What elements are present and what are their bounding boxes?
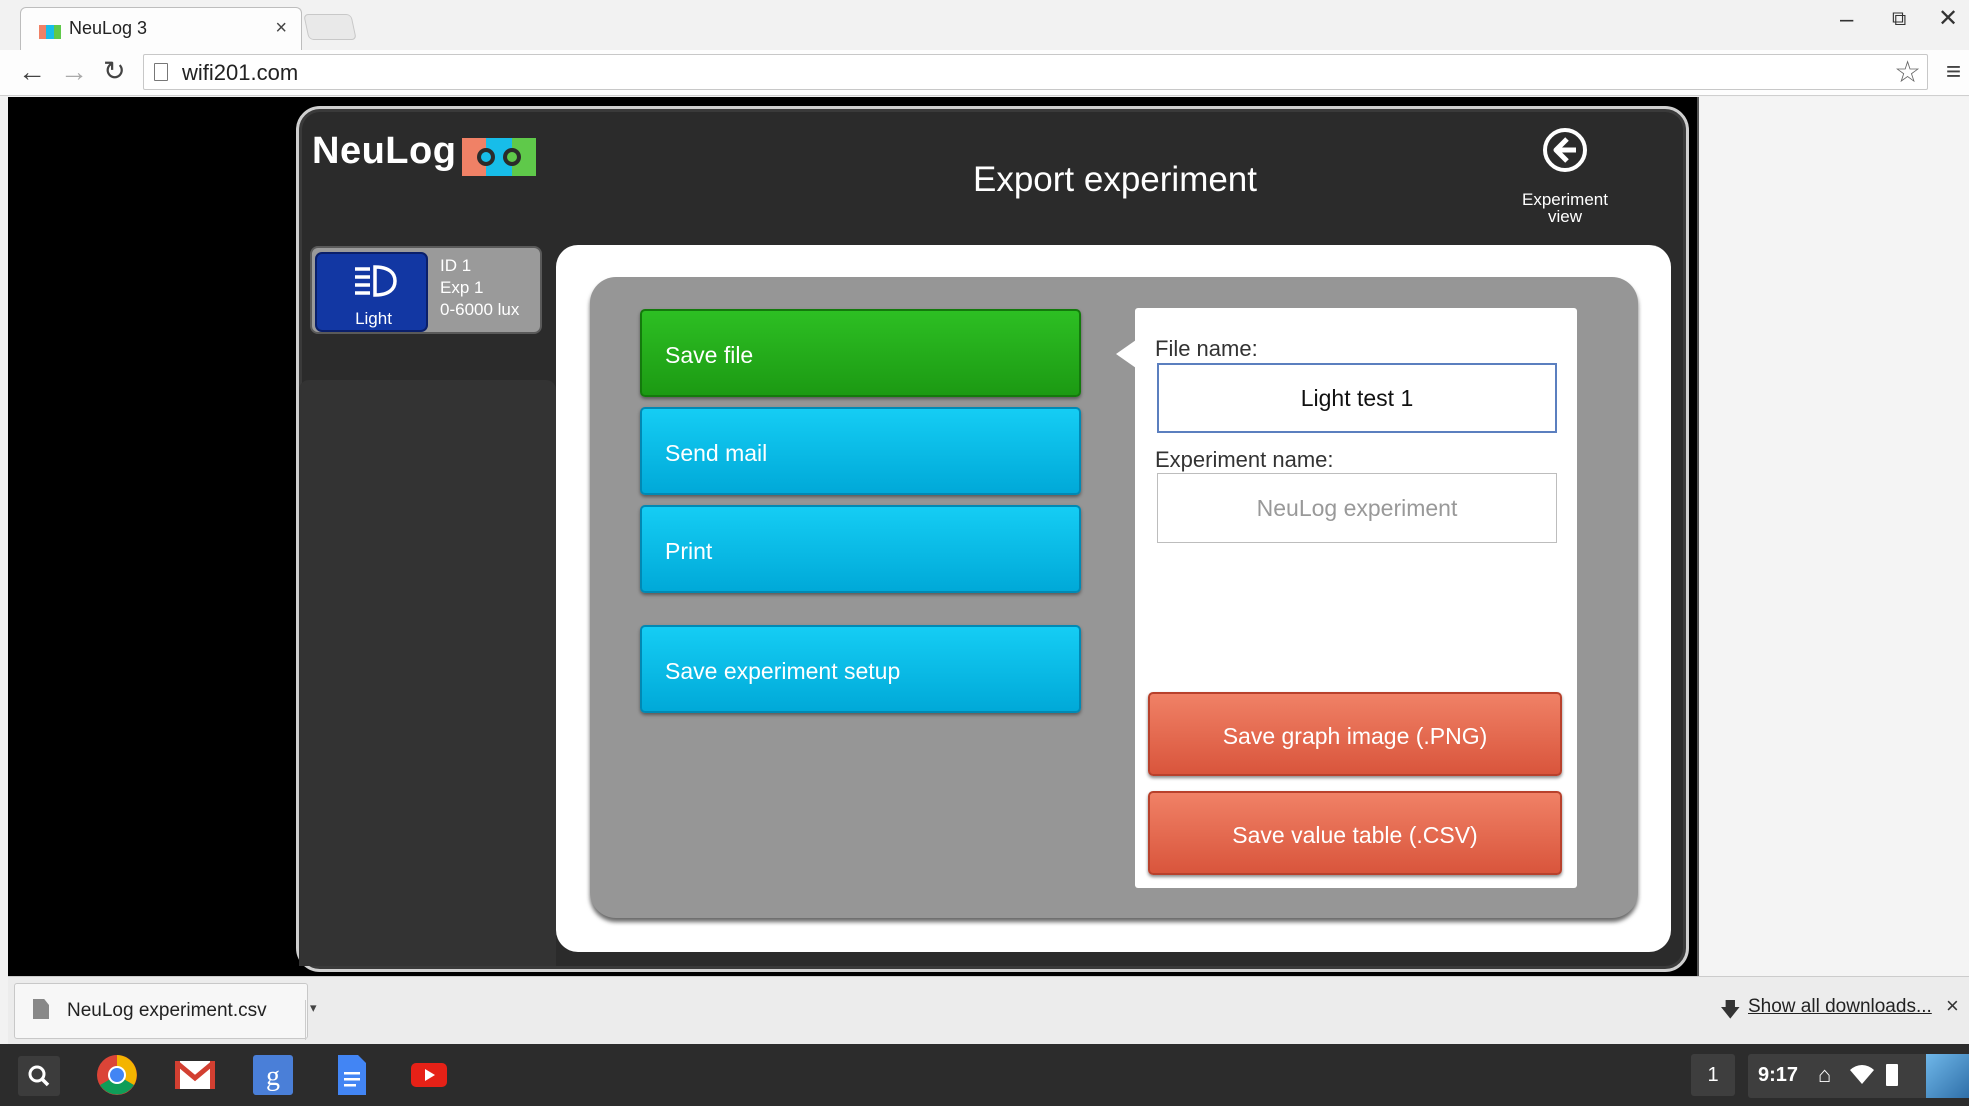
download-item[interactable]: NeuLog experiment.csv ▾ [14,983,317,1040]
experiment-view-label: Experiment view [1508,191,1622,225]
launcher-button[interactable] [18,1056,60,1096]
back-circle-icon [1543,128,1587,172]
status-tray[interactable]: 9:17 ⌂ [1748,1054,1969,1098]
google-search-icon[interactable]: g [252,1054,294,1096]
sensor-id: ID 1 [440,256,472,275]
minimize-icon[interactable]: – [1840,6,1853,34]
sensor-icon-box: Light [315,252,428,332]
tab-title: NeuLog 3 [69,18,148,38]
send-mail-button[interactable]: Send mail [640,407,1081,495]
experiment-view-label-line1: Experiment [1522,190,1608,209]
sensor-range: 0-6000 lux [440,300,520,319]
page-icon [154,63,168,81]
url-text[interactable]: wifi201.com [182,60,298,86]
battery-icon [1886,1064,1898,1086]
form-pointer [1116,340,1136,368]
sensor-exp: Exp 1 [440,278,484,297]
browser-toolbar: ← → ↻ wifi201.com ☆ ≡ [0,50,1969,96]
wifi-icon [1850,1065,1874,1084]
user-icon: ⌂ [1818,1062,1832,1087]
save-file-button[interactable]: Save file [640,309,1081,397]
browser-tab[interactable]: NeuLog 3 × [20,7,302,50]
download-arrow-icon: 🡇 [1720,999,1741,1021]
page-right-margin [1697,97,1969,976]
notification-count[interactable]: 1 [1691,1054,1735,1096]
downloads-bar: NeuLog experiment.csv ▾ 🡇 Show all downl… [8,976,1969,1044]
download-file-name[interactable]: NeuLog experiment.csv [67,1000,267,1022]
hamburger-menu-icon[interactable]: ≡ [1946,56,1961,87]
search-icon [28,1065,50,1087]
save-csv-button[interactable]: Save value table (.CSV) [1148,791,1562,875]
file-icon [33,999,49,1019]
sensor-name: Light [355,309,392,328]
save-experiment-setup-button[interactable]: Save experiment setup [640,625,1081,713]
file-name-label: File name: [1155,336,1258,361]
neulog-favicon-icon [39,25,61,39]
logo-text: NeuLog [312,130,457,172]
page-title: Export experiment [972,160,1258,199]
sensor-module-light[interactable]: Light ID 1 Exp 1 0-6000 lux [310,246,542,334]
os-shelf: g 1 9:17 ⌂ [0,1044,1969,1106]
clock: 9:17 [1758,1064,1799,1086]
forward-arrow-icon[interactable]: → [60,56,88,88]
experiment-name-label: Experiment name: [1155,447,1334,472]
tab-close-icon[interactable]: × [275,17,287,40]
user-avatar[interactable] [1926,1054,1969,1098]
reload-icon[interactable]: ↻ [103,56,126,87]
close-downloads-icon[interactable]: × [1946,993,1959,1019]
neulog-logo-mark-icon [462,138,536,176]
tab-strip: NeuLog 3 × – ⧉ ✕ [0,0,1969,50]
experiment-view-label-line2: view [1547,207,1582,226]
star-icon[interactable]: ☆ [1894,55,1921,90]
restore-icon[interactable]: ⧉ [1892,8,1906,31]
left-sidebar-panel [299,380,556,966]
new-tab-button[interactable] [303,14,357,40]
experiment-name-input[interactable] [1157,473,1557,543]
youtube-icon[interactable] [408,1054,450,1096]
file-name-input[interactable] [1157,363,1557,433]
print-button[interactable]: Print [640,505,1081,593]
address-bar[interactable]: wifi201.com ☆ [143,54,1928,90]
chrome-icon[interactable] [96,1054,138,1096]
close-window-icon[interactable]: ✕ [1938,4,1958,33]
experiment-view-button[interactable]: Experiment view [1508,125,1618,235]
show-all-downloads-link[interactable]: Show all downloads... [1748,996,1932,1018]
svg-text:g: g [266,1061,280,1092]
back-arrow-icon[interactable]: ← [18,56,46,88]
save-png-button[interactable]: Save graph image (.PNG) [1148,692,1562,776]
chevron-down-icon[interactable]: ▾ [305,1000,317,1040]
gmail-icon[interactable] [174,1054,216,1096]
docs-icon[interactable] [330,1054,372,1096]
headlight-icon [355,265,397,297]
